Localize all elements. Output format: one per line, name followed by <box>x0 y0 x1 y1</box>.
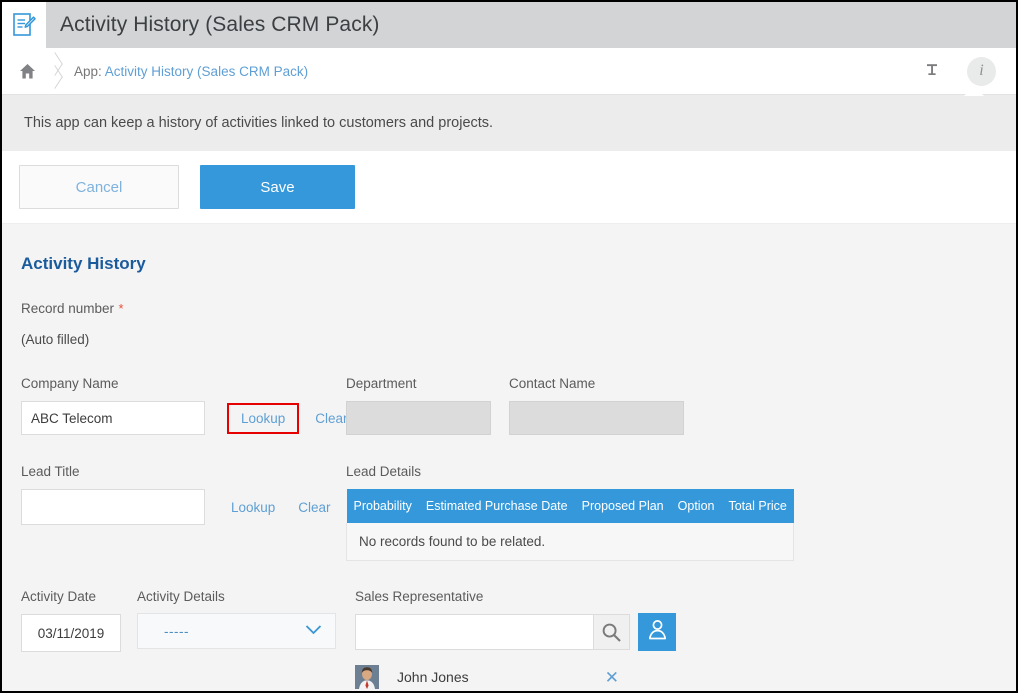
column-header-proposed-plan: Proposed Plan <box>574 489 671 523</box>
avatar <box>355 665 379 689</box>
pin-icon[interactable] <box>919 58 945 84</box>
activity-history-form: Activity History Record number * (Auto f… <box>2 224 1016 691</box>
company-name-input[interactable] <box>21 401 205 435</box>
selected-sales-rep-name: John Jones <box>397 669 469 685</box>
record-number-label: Record number <box>21 301 115 316</box>
column-header-option: Option <box>670 489 722 523</box>
company-lookup-highlight: Lookup <box>227 402 300 434</box>
table-row: No records found to be related. <box>345 523 795 561</box>
action-bar: Cancel Save <box>2 151 1016 224</box>
department-label: Department <box>346 376 417 391</box>
department-input <box>346 401 491 435</box>
sales-representative-label: Sales Representative <box>355 589 484 604</box>
breadcrumb-prefix: App: <box>74 63 102 79</box>
lead-details-label: Lead Details <box>346 464 422 479</box>
breadcrumb: App: Activity History (Sales CRM Pack) i <box>2 48 1016 95</box>
activity-details-selected-value: ----- <box>164 623 189 639</box>
home-icon[interactable] <box>2 63 46 80</box>
search-icon[interactable] <box>593 614 630 650</box>
sales-rep-search-input[interactable] <box>355 614 593 650</box>
lead-title-lookup-button[interactable]: Lookup <box>229 500 277 515</box>
department-field: Department <box>346 376 509 435</box>
company-clear-button[interactable]: Clear <box>313 411 349 426</box>
info-tooltip-arrow <box>964 86 984 96</box>
lead-title-input[interactable] <box>21 489 205 525</box>
breadcrumb-app-link[interactable]: Activity History (Sales CRM Pack) <box>105 64 308 79</box>
column-header-total-price: Total Price <box>721 489 794 523</box>
activity-details-select[interactable]: ----- <box>137 613 336 649</box>
selected-sales-rep-chip: John Jones ✕ <box>355 661 625 691</box>
save-button[interactable]: Save <box>200 165 355 209</box>
app-description-strip: This app can keep a history of activitie… <box>2 86 1016 151</box>
lead-details-header-row: Probability Estimated Purchase Date Prop… <box>346 489 794 523</box>
required-marker: * <box>118 301 124 316</box>
chevron-down-icon <box>305 622 322 640</box>
activity-date-input[interactable] <box>21 614 121 652</box>
company-lookup-button[interactable]: Lookup <box>239 411 287 426</box>
lead-title-field: Lead Title Lookup Clear <box>21 464 346 525</box>
lead-title-label: Lead Title <box>21 464 80 479</box>
sales-rep-search-wrap <box>355 614 630 650</box>
record-number-field: Record number * (Auto filled) <box>21 300 1016 347</box>
person-picker-button[interactable] <box>638 613 676 651</box>
info-glyph: i <box>979 62 984 79</box>
window-title-area: Activity History (Sales CRM Pack) <box>46 2 1016 48</box>
activity-date-label: Activity Date <box>21 589 97 604</box>
close-icon[interactable]: ✕ <box>605 669 625 686</box>
info-icon[interactable]: i <box>967 56 996 86</box>
breadcrumb-separator <box>46 48 68 94</box>
activity-details-label: Activity Details <box>137 589 225 604</box>
company-name-field: Company Name Lookup Clear <box>21 376 349 435</box>
app-description-text: This app can keep a history of activitie… <box>24 115 494 131</box>
page-title: Activity History (Sales CRM Pack) <box>60 13 380 36</box>
column-header-probability: Probability <box>346 489 419 523</box>
activity-details-field: Activity Details ----- <box>137 589 355 649</box>
lead-details-table: Probability Estimated Purchase Date Prop… <box>345 489 795 561</box>
cancel-button[interactable]: Cancel <box>19 165 179 209</box>
record-number-value: (Auto filled) <box>21 332 90 347</box>
form-section-title: Activity History <box>21 254 146 273</box>
contact-name-input <box>509 401 684 435</box>
activity-date-field: Activity Date <box>21 589 137 652</box>
sales-representative-field: Sales Representative John Jones ✕ <box>355 589 676 691</box>
title-bar: Activity History (Sales CRM Pack) <box>2 2 1016 48</box>
app-window: Activity History (Sales CRM Pack) App: A… <box>0 0 1018 693</box>
person-icon <box>646 618 669 646</box>
contact-name-label: Contact Name <box>509 376 596 391</box>
breadcrumb-text: App: Activity History (Sales CRM Pack) <box>68 64 308 79</box>
lead-title-clear-button[interactable]: Clear <box>296 500 332 515</box>
app-icon <box>2 2 46 48</box>
column-header-estimated-purchase-date: Estimated Purchase Date <box>418 489 575 523</box>
lead-details-empty-message: No records found to be related. <box>345 523 795 561</box>
lead-details-field: Lead Details Probability Estimated Purch… <box>345 464 795 561</box>
contact-name-field: Contact Name <box>509 376 684 435</box>
company-name-label: Company Name <box>21 376 119 391</box>
